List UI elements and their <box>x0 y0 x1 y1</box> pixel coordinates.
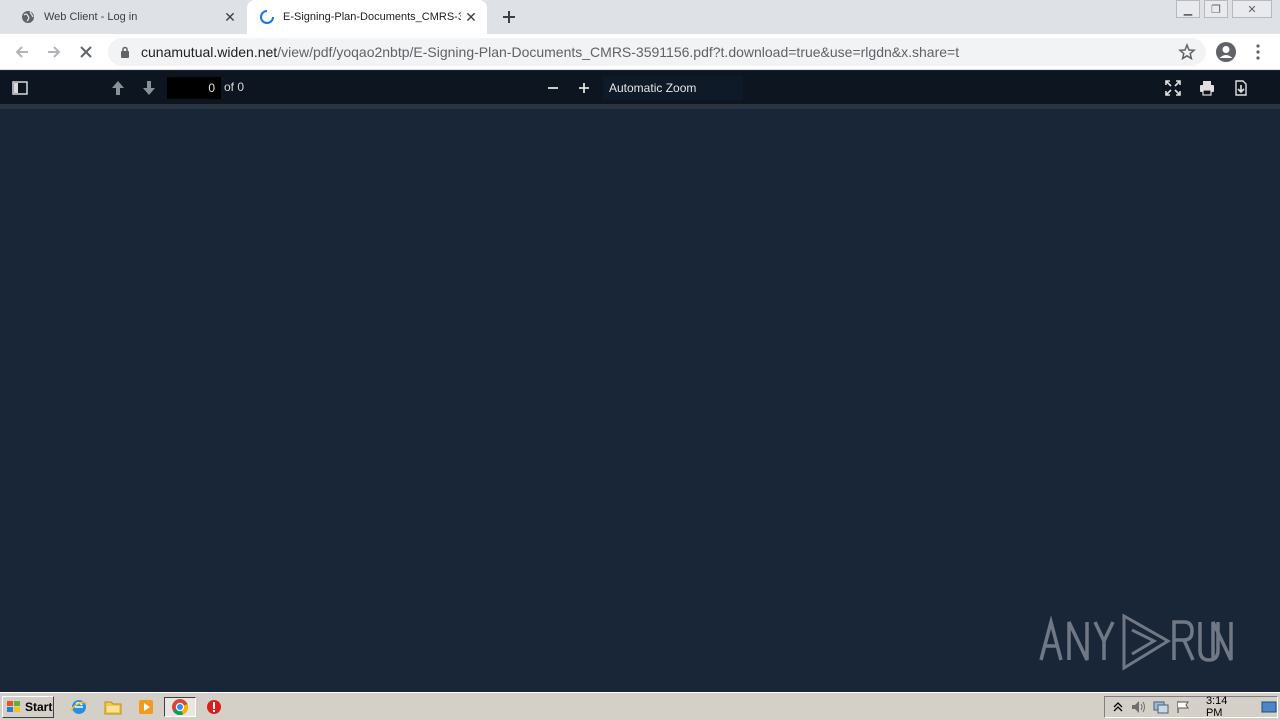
tab-web-client[interactable]: Web Client - Log in ✕ <box>0 0 246 34</box>
bookmark-star-icon[interactable] <box>1178 42 1196 61</box>
zoom-in-button[interactable] <box>572 76 596 100</box>
window-controls: ▁ ❐ ✕ <box>1172 0 1272 18</box>
stop-loading-button[interactable] <box>74 40 98 64</box>
arrow-right-icon <box>48 46 61 58</box>
address-bar[interactable]: cunamutual.widen.net/view/pdf/yoqao2nbtp… <box>108 38 1206 66</box>
arrow-left-icon <box>15 46 28 58</box>
new-tab-button[interactable] <box>498 6 520 28</box>
download-icon <box>1235 80 1247 96</box>
pdf-viewer-container[interactable] <box>0 109 1280 692</box>
file-explorer-icon[interactable] <box>102 697 124 717</box>
page-number-input[interactable] <box>167 77 221 99</box>
taskbar-clock[interactable]: 3:14 PM <box>1206 695 1243 719</box>
show-hidden-icons-chevron-icon[interactable] <box>1111 699 1125 715</box>
show-desktop-icon[interactable] <box>1261 699 1277 715</box>
tab-strip: Web Client - Log in ✕ E-Signing-Plan-Doc… <box>0 0 1280 34</box>
lock-icon <box>120 45 132 59</box>
media-player-icon[interactable] <box>135 697 157 717</box>
close-icon <box>80 46 92 58</box>
tab-title: E-Signing-Plan-Documents_CMRS-3591156.pd… <box>283 11 461 23</box>
system-tray: 3:14 PM <box>1104 695 1278 719</box>
minus-icon <box>548 87 558 89</box>
arrow-up-icon <box>112 81 124 95</box>
taskbar: Start 3:14 PM <box>0 692 1280 720</box>
zoom-select[interactable]: Automatic Zoom <box>603 76 743 100</box>
forward-button[interactable] <box>42 40 66 64</box>
restore-icon[interactable]: ❐ <box>1204 0 1228 18</box>
profile-avatar-icon[interactable] <box>1214 40 1238 64</box>
plus-icon <box>579 83 589 93</box>
loading-spinner-icon <box>259 9 275 25</box>
sidebar-icon <box>12 81 28 95</box>
download-button[interactable] <box>1229 76 1253 100</box>
window-close-icon[interactable]: ✕ <box>1232 0 1272 18</box>
presentation-mode-button[interactable] <box>1161 76 1185 100</box>
back-button[interactable] <box>10 40 34 64</box>
sidebar-toggle-button[interactable] <box>8 76 32 100</box>
network-icon[interactable] <box>1153 699 1169 715</box>
fullscreen-icon <box>1165 80 1181 96</box>
action-center-flag-icon[interactable] <box>1175 699 1189 715</box>
tab-close-icon[interactable]: ✕ <box>220 7 240 27</box>
windows-logo-icon <box>7 701 20 712</box>
minimize-icon[interactable]: ▁ <box>1176 0 1200 18</box>
arrow-down-icon <box>143 81 155 95</box>
globe-icon <box>20 9 36 25</box>
browser-toolbar: cunamutual.widen.net/view/pdf/yoqao2nbtp… <box>0 34 1280 70</box>
page-count-label: of 0 <box>224 80 245 94</box>
tab-pdf-document[interactable]: E-Signing-Plan-Documents_CMRS-3591156.pd… <box>247 0 487 34</box>
url-path: /view/pdf/yoqao2nbtp/E-Signing-Plan-Docu… <box>277 44 960 60</box>
start-button[interactable]: Start <box>2 696 54 718</box>
anyrun-watermark-logo <box>1039 613 1233 671</box>
volume-icon[interactable] <box>1131 699 1147 715</box>
next-page-button[interactable] <box>137 76 161 100</box>
tab-close-icon[interactable]: ✕ <box>461 7 481 27</box>
printer-icon <box>1200 81 1214 96</box>
url-host: cunamutual.widen.net <box>141 44 278 60</box>
url-text: cunamutual.widen.net/view/pdf/yoqao2nbtp… <box>141 44 1206 60</box>
start-label: Start <box>25 700 53 714</box>
kebab-menu-icon[interactable] <box>1250 40 1266 64</box>
security-alert-icon[interactable] <box>203 697 225 717</box>
tab-title: Web Client - Log in <box>44 11 138 23</box>
zoom-out-button[interactable] <box>541 76 565 100</box>
plus-icon <box>503 11 515 23</box>
previous-page-button[interactable] <box>106 76 130 100</box>
internet-explorer-icon[interactable] <box>68 697 90 717</box>
pdf-toolbar: of 0 Automatic Zoom <box>0 71 1280 104</box>
chrome-taskbar-icon[interactable] <box>164 697 196 717</box>
print-button[interactable] <box>1195 76 1219 100</box>
